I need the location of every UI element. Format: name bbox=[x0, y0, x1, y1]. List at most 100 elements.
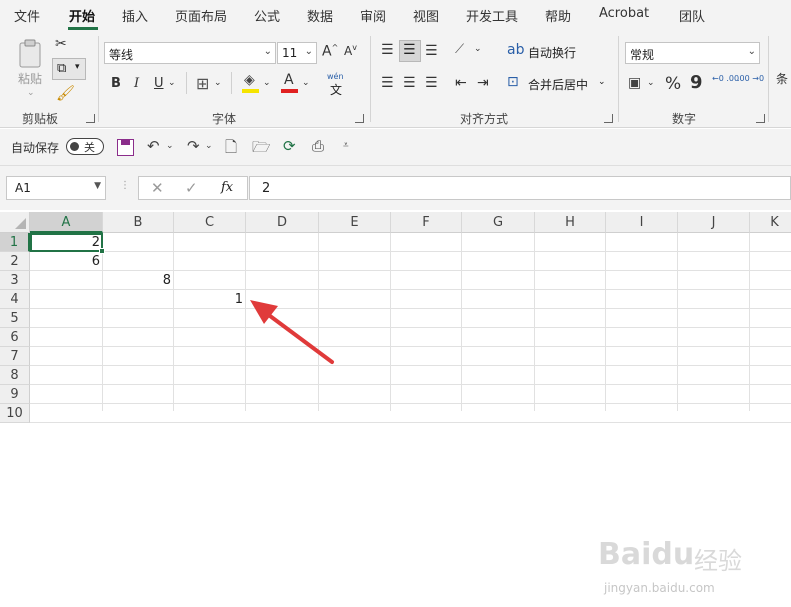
insert-function-button[interactable]: fx bbox=[221, 180, 233, 195]
format-painter-icon[interactable]: 🖌 bbox=[56, 84, 75, 102]
row-header-1[interactable]: 1 bbox=[0, 233, 30, 252]
row-header-10[interactable]: 10 bbox=[0, 404, 30, 423]
currency-icon[interactable]: ▣ bbox=[628, 75, 641, 91]
column-header-b[interactable]: B bbox=[103, 212, 174, 233]
tab-home[interactable]: 开始 bbox=[69, 6, 95, 25]
row-header-2[interactable]: 2 bbox=[0, 252, 30, 271]
increase-decimal-button[interactable]: ←0 .00 bbox=[712, 74, 739, 83]
undo-icon[interactable]: ↶ bbox=[147, 137, 160, 155]
fill-dropdown-icon[interactable]: ⌄ bbox=[263, 78, 271, 88]
decrease-decimal-button[interactable]: .00 →0 bbox=[737, 74, 764, 83]
borders-dropdown-icon[interactable]: ⌄ bbox=[214, 78, 222, 88]
tab-page-layout[interactable]: 页面布局 bbox=[175, 6, 227, 25]
underline-dropdown-icon[interactable]: ⌄ bbox=[168, 78, 176, 88]
redo-icon[interactable]: ↷ bbox=[187, 137, 200, 155]
cell-b3[interactable]: 8 bbox=[103, 271, 174, 290]
number-launcher-icon[interactable] bbox=[756, 114, 765, 123]
row-header-8[interactable]: 8 bbox=[0, 366, 30, 385]
align-bottom-icon[interactable]: ☰ bbox=[425, 43, 438, 59]
row-header-9[interactable]: 9 bbox=[0, 385, 30, 404]
font-color-dropdown-icon[interactable]: ⌄ bbox=[302, 78, 310, 88]
tab-view[interactable]: 视图 bbox=[413, 6, 439, 25]
column-header-g[interactable]: G bbox=[462, 212, 535, 233]
row-header-3[interactable]: 3 bbox=[0, 271, 30, 290]
comma-button[interactable]: 9 bbox=[690, 72, 703, 93]
tab-team[interactable]: 团队 bbox=[679, 6, 705, 25]
orientation-dropdown-icon[interactable]: ⌄ bbox=[474, 44, 482, 54]
save-icon[interactable] bbox=[117, 139, 134, 156]
tab-help[interactable]: 帮助 bbox=[545, 6, 571, 25]
align-left-icon[interactable]: ☰ bbox=[381, 75, 394, 91]
enter-icon[interactable]: ✓ bbox=[185, 179, 198, 197]
italic-button[interactable]: I bbox=[134, 76, 139, 91]
cut-icon[interactable]: ✂ bbox=[55, 36, 67, 52]
orientation-icon[interactable]: ⟋ bbox=[455, 42, 464, 57]
font-size-select[interactable]: 11 ⌄ bbox=[277, 42, 317, 64]
shrink-font-button[interactable]: Av bbox=[344, 43, 357, 58]
fill-handle[interactable] bbox=[99, 248, 105, 254]
wrap-text-button[interactable]: ab 自动换行 bbox=[505, 42, 595, 62]
worksheet-grid[interactable]: ABCDEFGHIJK 1 2 3 4 5 6 7 8 9 10 2681 Baidu 经验 ji… bbox=[0, 212, 791, 595]
tab-insert[interactable]: 插入 bbox=[122, 6, 148, 25]
cancel-icon[interactable]: ✕ bbox=[151, 179, 164, 197]
open-folder-icon[interactable]: 🗁 bbox=[252, 137, 271, 162]
refresh-icon[interactable]: ⟳ bbox=[283, 137, 296, 155]
currency-dropdown-icon[interactable]: ⌄ bbox=[647, 78, 655, 88]
font-name-select[interactable]: 等线 ⌄ bbox=[104, 42, 276, 64]
tab-formulas[interactable]: 公式 bbox=[254, 6, 280, 25]
cell-c4[interactable]: 1 bbox=[174, 290, 246, 309]
column-header-d[interactable]: D bbox=[246, 212, 319, 233]
formula-input[interactable]: 2 bbox=[249, 176, 791, 200]
paste-dropdown-icon[interactable]: ⌄ bbox=[27, 88, 35, 98]
align-right-icon[interactable]: ☰ bbox=[425, 75, 438, 91]
align-center-icon[interactable]: ☰ bbox=[403, 75, 416, 91]
phonetic-button[interactable]: wén 文 bbox=[322, 72, 352, 97]
select-all-button[interactable] bbox=[0, 212, 30, 233]
number-format-select[interactable]: 常规 ⌄ bbox=[625, 42, 760, 64]
font-color-button[interactable]: A bbox=[280, 72, 302, 96]
percent-button[interactable]: % bbox=[665, 74, 681, 94]
row-header-6[interactable]: 6 bbox=[0, 328, 30, 347]
column-header-j[interactable]: J bbox=[678, 212, 750, 233]
redo-dropdown-icon[interactable]: ⌄ bbox=[205, 141, 213, 151]
grow-font-button[interactable]: A^ bbox=[322, 43, 338, 60]
bold-button[interactable]: B bbox=[111, 76, 121, 91]
row-header-7[interactable]: 7 bbox=[0, 347, 30, 366]
autosave-toggle[interactable]: 关 bbox=[66, 138, 104, 155]
merge-center-button[interactable]: ⊡ 合并后居中 ⌄ bbox=[505, 74, 615, 94]
tab-acrobat[interactable]: Acrobat bbox=[599, 6, 649, 21]
increase-indent-icon[interactable]: ⇥ bbox=[477, 75, 489, 91]
print-preview-icon[interactable]: ⎙ bbox=[312, 137, 324, 155]
underline-button[interactable]: U bbox=[154, 76, 164, 91]
customize-toolbar-icon[interactable]: ⩡ bbox=[343, 140, 349, 151]
column-header-f[interactable]: F bbox=[391, 212, 462, 233]
column-header-k[interactable]: K bbox=[750, 212, 791, 233]
row-header-4[interactable]: 4 bbox=[0, 290, 30, 309]
clipboard-launcher-icon[interactable] bbox=[86, 114, 95, 123]
tab-review[interactable]: 审阅 bbox=[360, 6, 386, 25]
column-header-i[interactable]: I bbox=[606, 212, 678, 233]
paste-button[interactable] bbox=[16, 38, 46, 70]
borders-icon[interactable]: ⊞ bbox=[196, 74, 209, 93]
tab-data[interactable]: 数据 bbox=[307, 6, 333, 25]
column-header-e[interactable]: E bbox=[319, 212, 391, 233]
copy-button[interactable]: ⧉ ▾ bbox=[52, 58, 86, 80]
undo-dropdown-icon[interactable]: ⌄ bbox=[166, 141, 174, 151]
tab-file[interactable]: 文件 bbox=[14, 6, 40, 25]
align-middle-button[interactable]: ☰ bbox=[399, 40, 421, 62]
column-header-h[interactable]: H bbox=[535, 212, 606, 233]
row-header-5[interactable]: 5 bbox=[0, 309, 30, 328]
conditional-format-label-partial[interactable]: 条 bbox=[776, 70, 788, 87]
active-cell-border[interactable] bbox=[30, 233, 105, 254]
tab-developer[interactable]: 开发工具 bbox=[466, 6, 518, 25]
column-header-c[interactable]: C bbox=[174, 212, 246, 233]
splitter-icon[interactable]: ⋮ bbox=[120, 180, 130, 191]
name-box[interactable]: A1 ▼ bbox=[6, 176, 106, 200]
column-header-a[interactable]: A bbox=[30, 212, 103, 233]
cell-a2[interactable]: 6 bbox=[30, 252, 103, 271]
font-launcher-icon[interactable] bbox=[355, 114, 364, 123]
fill-color-button[interactable]: ◈ bbox=[240, 72, 262, 96]
decrease-indent-icon[interactable]: ⇤ bbox=[455, 75, 467, 91]
align-top-icon[interactable]: ☰ bbox=[381, 42, 394, 58]
alignment-launcher-icon[interactable] bbox=[604, 114, 613, 123]
